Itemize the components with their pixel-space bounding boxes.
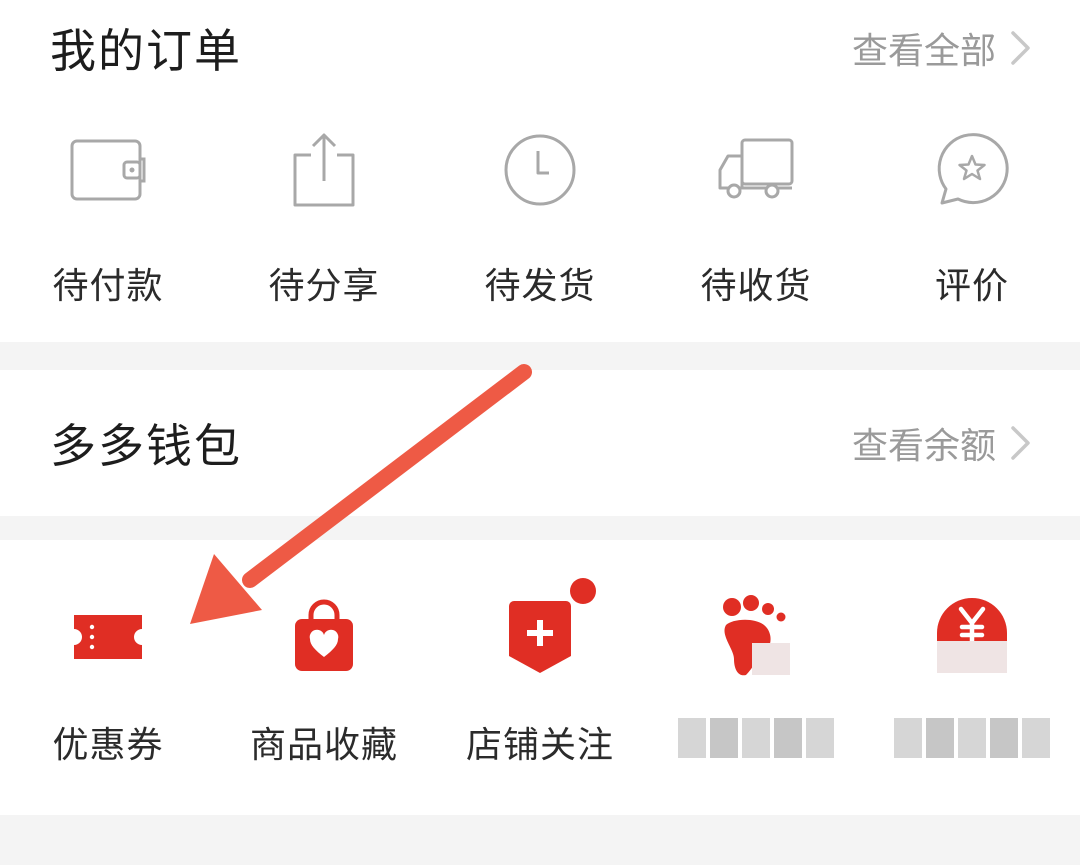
chevron-right-icon	[1011, 426, 1030, 460]
order-pending-shipment-label: 待发货	[484, 266, 596, 307]
store-follow-icon	[485, 592, 595, 682]
footprint-icon	[701, 592, 811, 682]
shortcut-store-follow[interactable]: 店铺关注	[432, 578, 648, 768]
truck-icon	[701, 125, 811, 215]
order-pending-shipment[interactable]: 待发货	[432, 125, 648, 309]
shortcut-footprint[interactable]	[648, 592, 864, 768]
review-star-icon	[917, 125, 1027, 215]
personal-center-page: 我的订单 查看全部 待付款 待分享 待发货 待收货 评价 多多钱包 查看余额 优…	[0, 0, 1080, 865]
order-pending-payment-label: 待付款	[52, 266, 164, 307]
wallet-section: 多多钱包 查看余额	[0, 370, 1080, 516]
favorite-bag-icon	[269, 592, 379, 682]
view-balance-label: 查看余额	[851, 426, 996, 467]
wallet-title: 多多钱包	[50, 419, 242, 473]
order-pending-payment[interactable]: 待付款	[0, 125, 216, 309]
chevron-right-icon	[1011, 31, 1030, 65]
shortcut-store-follow-label: 店铺关注	[465, 725, 614, 766]
shortcut-coupons[interactable]: 优惠券	[0, 592, 216, 768]
shortcut-yuan-label-blurred	[894, 718, 1050, 758]
my-orders-title: 我的订单	[50, 24, 242, 78]
shortcut-yuan[interactable]	[864, 592, 1080, 768]
wallet-icon	[53, 125, 163, 215]
wallet-header: 多多钱包 查看余额	[0, 395, 1080, 491]
coupon-icon	[53, 592, 163, 682]
shortcut-favorites[interactable]: 商品收藏	[216, 592, 432, 768]
my-orders-section: 我的订单 查看全部 待付款 待分享 待发货 待收货 评价	[0, 0, 1080, 342]
order-pending-share-label: 待分享	[268, 266, 380, 307]
shortcuts-section: 优惠券 商品收藏 店铺关注	[0, 540, 1080, 815]
view-all-orders-link[interactable]: 查看全部	[852, 22, 1032, 74]
notification-dot	[570, 578, 596, 604]
my-orders-header: 我的订单 查看全部	[0, 0, 1080, 96]
order-review[interactable]: 评价	[864, 125, 1080, 309]
shortcut-coupons-label: 优惠券	[52, 725, 164, 766]
shortcut-favorites-label: 商品收藏	[249, 725, 398, 766]
view-balance-link[interactable]: 查看余额	[852, 417, 1032, 469]
order-pending-share[interactable]: 待分享	[216, 125, 432, 309]
order-pending-receipt-label: 待收货	[700, 266, 812, 307]
order-review-label: 评价	[934, 266, 1009, 307]
shortcuts-row: 优惠券 商品收藏 店铺关注	[0, 578, 1080, 768]
clock-icon	[485, 125, 595, 215]
share-icon	[269, 125, 379, 215]
order-status-row: 待付款 待分享 待发货 待收货 评价	[0, 125, 1080, 309]
shortcut-footprint-label-blurred	[678, 718, 834, 758]
order-pending-receipt[interactable]: 待收货	[648, 125, 864, 309]
yuan-icon	[917, 592, 1027, 682]
view-all-orders-label: 查看全部	[851, 31, 996, 72]
